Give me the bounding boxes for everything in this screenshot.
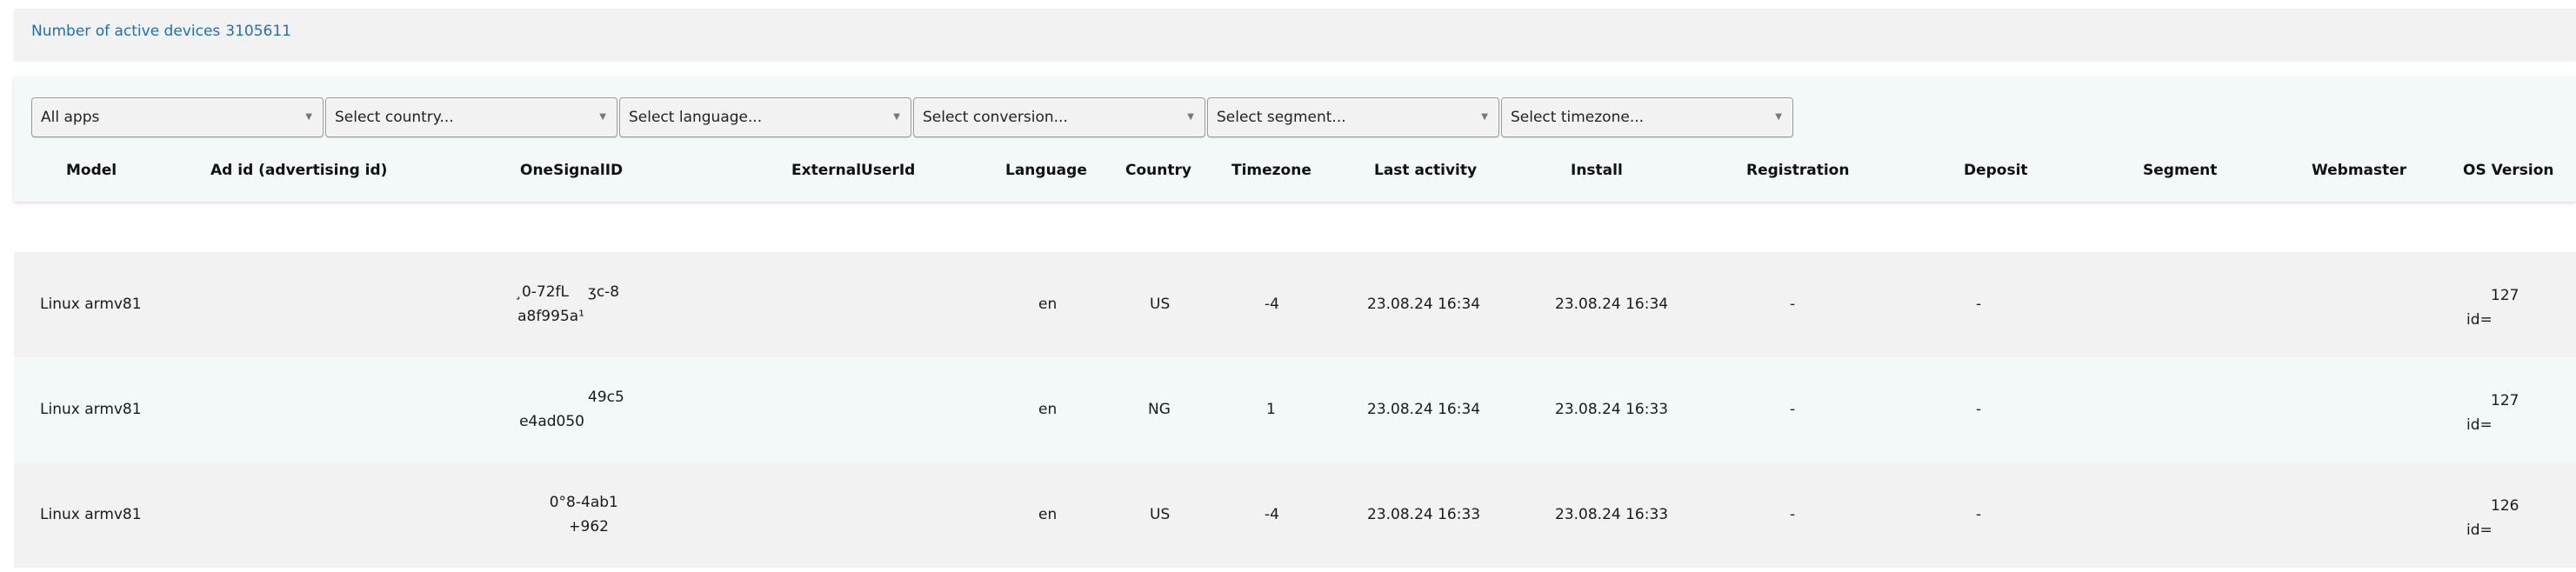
column-header-segment[interactable]: Segment [2143,162,2217,179]
devices-page: Number of active devices 3105611 All apps… [0,0,2576,572]
cell-os-version: 127 id= [2466,287,2519,329]
cell-onesignal-id-part: ʒc-8 [588,283,620,301]
cell-model: Linux armv81 [40,296,142,313]
conversion-select-value: Select conversion... [923,109,1068,126]
cell-timezone: 1 [1266,401,1276,418]
chevron-down-icon: ▼ [1187,112,1194,122]
cell-language: en [1038,506,1058,523]
cell-registration: - [1790,296,1796,313]
column-header-language[interactable]: Language [1005,162,1087,179]
cell-language: en [1038,401,1058,418]
column-header-timezone[interactable]: Timezone [1231,162,1311,179]
cell-language: en [1038,296,1058,313]
cell-timezone: -4 [1265,296,1279,313]
table-row[interactable]: Linux armv81 0°8- 4ab1 +962 en US -4 23.… [14,462,2576,568]
column-header-external-user-id[interactable]: ExternalUserId [791,162,915,179]
cell-registration: - [1790,401,1796,418]
app-select-value: All apps [41,109,100,126]
cell-registration: - [1790,506,1796,523]
segment-select-value: Select segment... [1217,109,1346,126]
column-header-onesignal-id[interactable]: OneSignalID [520,162,623,179]
devices-table-body: Linux armv81 ¸0-72fL ʒc-8 a8f995a¹ en US… [14,252,2576,568]
chevron-down-icon: ▼ [599,112,606,122]
cell-onesignal-id-part: ¸0-72fL [514,283,569,301]
segment-select[interactable]: Select segment... ▼ [1207,97,1499,137]
cell-timezone: -4 [1265,506,1279,523]
cell-os-version: 126 id= [2466,497,2519,539]
column-header-deposit[interactable]: Deposit [1964,162,2028,179]
cell-onesignal-id-part: +962 [571,518,609,535]
cell-country: NG [1148,401,1171,418]
column-header-registration[interactable]: Registration [1746,162,1849,179]
column-header-os-version[interactable]: OS Version [2463,162,2553,179]
cell-country: US [1150,296,1171,313]
cell-last-activity: 23.08.24 16:34 [1367,401,1481,418]
cell-os-version: 127 id= [2466,392,2519,434]
cell-onesignal-id-part: 49c5 [588,389,624,406]
active-devices-counter: Number of active devices 3105611 [31,23,291,40]
cell-last-activity: 23.08.24 16:33 [1367,506,1481,523]
active-devices-label: Number of active devices [31,23,221,40]
cell-install: 23.08.24 16:33 [1555,401,1669,418]
timezone-select[interactable]: Select timezone... ▼ [1501,97,1793,137]
active-devices-count: 3105611 [225,23,291,40]
chevron-down-icon: ▼ [1481,112,1488,122]
app-select[interactable]: All apps ▼ [31,97,324,137]
cell-install: 23.08.24 16:33 [1555,506,1669,523]
cell-deposit: - [1976,401,1982,418]
cell-last-activity: 23.08.24 16:34 [1367,296,1481,313]
cell-model: Linux armv81 [40,506,142,523]
column-header-ad-id[interactable]: Ad id (advertising id) [210,162,387,179]
cell-model: Linux armv81 [40,401,142,418]
language-select[interactable]: Select language... ▼ [619,97,911,137]
column-header-model[interactable]: Model [66,162,117,179]
cell-onesignal-id-part: e4ad050 [519,413,584,430]
chevron-down-icon: ▼ [1775,112,1782,122]
column-header-last-activity[interactable]: Last activity [1374,162,1477,179]
cell-country: US [1150,506,1171,523]
language-select-value: Select language... [629,109,763,126]
column-header-install[interactable]: Install [1571,162,1623,179]
cell-deposit: - [1976,296,1982,313]
timezone-select-value: Select timezone... [1511,109,1645,126]
cell-deposit: - [1976,506,1982,523]
cell-install: 23.08.24 16:34 [1555,296,1669,313]
chevron-down-icon: ▼ [305,112,312,122]
cell-onesignal-id-part: 0°8- [549,494,581,511]
country-select-value: Select country... [335,109,454,126]
chevron-down-icon: ▼ [893,112,900,122]
cell-onesignal-id-part: 4ab1 [581,494,618,511]
cell-onesignal-id-part: a8f995a¹ [517,308,584,325]
table-row[interactable]: Linux armv81 ¸0-72fL ʒc-8 a8f995a¹ en US… [14,252,2576,357]
conversion-select[interactable]: Select conversion... ▼ [913,97,1205,137]
active-devices-bar: Number of active devices 3105611 [14,9,2576,61]
country-select[interactable]: Select country... ▼ [325,97,617,137]
column-header-country[interactable]: Country [1125,162,1191,179]
table-row[interactable]: Linux armv81 49c5 e4ad050 en NG 1 23.08.… [14,357,2576,462]
column-header-webmaster[interactable]: Webmaster [2312,162,2406,179]
filter-panel: All apps ▼ Select country... ▼ Select la… [14,76,2576,202]
